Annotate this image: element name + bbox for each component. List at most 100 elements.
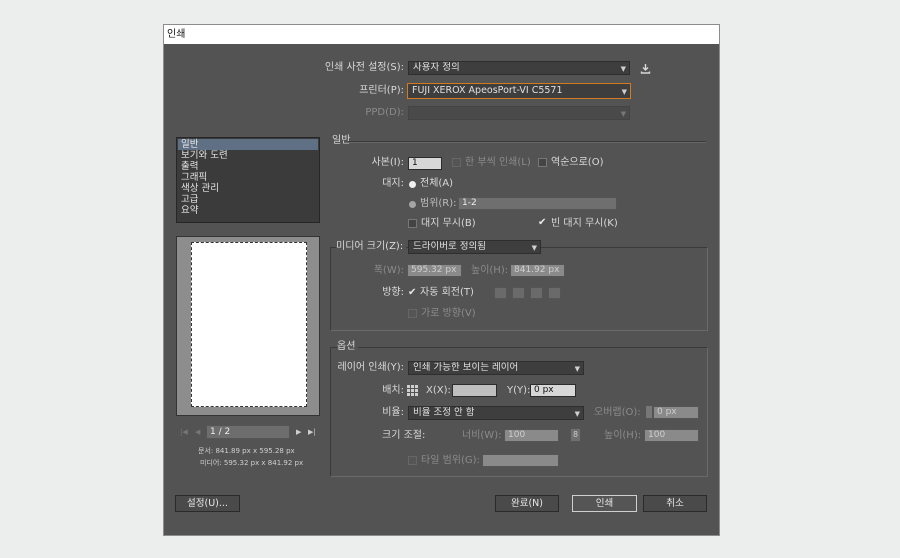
placement-label: 배치: <box>382 385 404 396</box>
category-item-marks-bleeds[interactable]: 보기와 도련 <box>178 150 318 161</box>
all-pages-label: 전체(A) <box>420 178 454 189</box>
landscape-flipped-orientation-icon[interactable] <box>548 287 561 299</box>
scale-width-label: 너비(W): <box>462 430 502 441</box>
artboards-label: 대지: <box>382 178 404 189</box>
printer-label: 프린터(P): <box>359 85 404 96</box>
portrait-flipped-orientation-icon[interactable] <box>530 287 543 299</box>
scale-width-value: 100 <box>508 430 526 440</box>
scale-height-input[interactable]: 100 <box>644 429 699 442</box>
ppd-label: PPD(D): <box>365 107 404 118</box>
category-item-color-management[interactable]: 색상 관리 <box>178 183 318 194</box>
x-label: X(X): <box>426 385 451 396</box>
media-size-label: 미디어 크기(Z): <box>336 240 407 254</box>
placement-grid-icon[interactable] <box>407 385 418 396</box>
range-label: 범위(R): <box>420 198 457 209</box>
orientation-label: 방향: <box>382 287 404 298</box>
document-size: 문서: 841.89 px x 595.28 px <box>198 447 295 455</box>
all-pages-radio[interactable] <box>409 181 416 188</box>
y-value: 0 px <box>534 385 554 395</box>
page-indicator-value: 1 / 2 <box>210 427 231 437</box>
ignore-artboards-label: 대지 무시(B) <box>421 218 476 229</box>
chevron-down-icon: ▼ <box>620 65 626 73</box>
tile-range-input[interactable] <box>482 454 559 467</box>
reverse-order-label: 역순으로(O) <box>551 157 604 168</box>
category-item-graphics[interactable]: 그래픽 <box>178 172 318 183</box>
scale-label: 크기 조절: <box>382 430 426 441</box>
printer-dropdown[interactable]: FUJI XEROX ApeosPort-VI C5571 ▼ <box>407 83 631 99</box>
range-input[interactable]: 1-2 <box>458 197 617 210</box>
media-width-label: 폭(W): <box>373 265 404 276</box>
category-item-advanced[interactable]: 고급 <box>178 194 318 205</box>
scale-height-label: 높이(H): <box>604 430 642 441</box>
landscape-orientation-icon[interactable] <box>512 287 525 299</box>
transverse-checkbox[interactable] <box>408 309 417 318</box>
preset-value: 사용자 정의 <box>413 62 460 73</box>
overlap-value: 0 px <box>657 407 677 417</box>
tile-range-label: 타일 범위(G): <box>421 455 480 466</box>
cancel-button[interactable]: 취소 <box>643 495 707 512</box>
chevron-down-icon: ▼ <box>620 110 626 118</box>
portrait-orientation-icon[interactable] <box>494 287 507 299</box>
y-label: Y(Y): <box>507 385 531 396</box>
scaling-value: 비율 조정 안 함 <box>413 407 475 418</box>
reverse-order-checkbox[interactable] <box>538 158 547 167</box>
transverse-label: 가로 방향(V) <box>421 308 476 319</box>
media-width-value: 595.32 px <box>411 265 457 275</box>
section-divider <box>348 141 706 143</box>
media-height-value: 841.92 px <box>514 265 560 275</box>
scale-height-value: 100 <box>648 430 666 440</box>
chevron-down-icon: ▼ <box>531 244 537 252</box>
save-preset-icon[interactable] <box>640 63 651 74</box>
y-input[interactable]: 0 px <box>530 384 576 397</box>
range-value: 1-2 <box>462 198 477 208</box>
category-item-summary[interactable]: 요약 <box>178 205 318 216</box>
media-size-value: 드라이버로 정의됨 <box>413 241 486 252</box>
ignore-artboards-checkbox[interactable] <box>408 219 417 228</box>
x-input[interactable] <box>452 384 497 397</box>
category-list: 일반 보기와 도련 출력 그래픽 색상 관리 고급 요약 <box>176 137 320 223</box>
collate-label: 한 부씩 인쇄(L) <box>465 157 531 168</box>
auto-rotate-label: 자동 회전(T) <box>420 287 474 298</box>
done-button[interactable]: 완료(N) <box>495 495 559 512</box>
chevron-down-icon: ▼ <box>574 410 580 418</box>
range-radio[interactable] <box>409 201 416 208</box>
chevron-down-icon: ▼ <box>574 365 580 373</box>
options-section-title: 옵션 <box>337 340 359 354</box>
scale-width-input[interactable]: 100 <box>504 429 559 442</box>
print-preview[interactable] <box>176 236 320 416</box>
copies-label: 사본(I): <box>371 157 404 168</box>
tile-range-checkbox[interactable] <box>408 456 417 465</box>
print-layers-dropdown[interactable]: 인쇄 가능한 보이는 레이어 ▼ <box>408 361 584 375</box>
overlap-input[interactable]: 0 px <box>653 406 699 419</box>
next-page-icon[interactable]: ▶ <box>296 426 301 438</box>
print-button[interactable]: 인쇄 <box>572 495 637 512</box>
dialog-title: 인쇄 <box>164 25 719 44</box>
overlap-label: 오버랩(O): <box>594 407 641 418</box>
page-indicator[interactable]: 1 / 2 <box>206 425 290 439</box>
media-size-dropdown[interactable]: 드라이버로 정의됨 ▼ <box>408 240 541 254</box>
category-item-output[interactable]: 출력 <box>178 161 318 172</box>
skip-blank-checkbox[interactable]: ✔ <box>538 218 546 228</box>
media-height-input[interactable]: 841.92 px <box>510 264 565 277</box>
collate-checkbox[interactable] <box>452 158 461 167</box>
preset-label: 인쇄 사전 설정(S): <box>324 62 404 73</box>
category-item-general[interactable]: 일반 <box>178 139 318 150</box>
preset-dropdown[interactable]: 사용자 정의 ▼ <box>408 61 630 75</box>
ppd-dropdown[interactable]: ▼ <box>408 106 630 120</box>
skip-blank-label: 빈 대지 무시(K) <box>551 218 618 229</box>
overlap-stepper-icon[interactable] <box>646 406 652 418</box>
scaling-dropdown[interactable]: 비율 조정 안 함 ▼ <box>408 406 584 420</box>
setup-button[interactable]: 설정(U)... <box>175 495 240 512</box>
first-page-icon[interactable]: |◀ <box>180 426 188 438</box>
link-icon[interactable]: 8 <box>570 428 581 442</box>
scaling-label: 비율: <box>382 407 404 418</box>
auto-rotate-checkbox[interactable]: ✔ <box>408 288 416 298</box>
last-page-icon[interactable]: ▶| <box>308 426 316 438</box>
print-layers-value: 인쇄 가능한 보이는 레이어 <box>413 362 519 373</box>
copies-input[interactable]: 1 <box>408 157 442 170</box>
media-width-input[interactable]: 595.32 px <box>407 264 462 277</box>
media-size: 미디어: 595.32 px x 841.92 px <box>200 459 304 467</box>
preview-page <box>191 242 307 407</box>
printer-value: FUJI XEROX ApeosPort-VI C5571 <box>412 85 563 96</box>
previous-page-icon[interactable]: ◀ <box>195 426 200 438</box>
